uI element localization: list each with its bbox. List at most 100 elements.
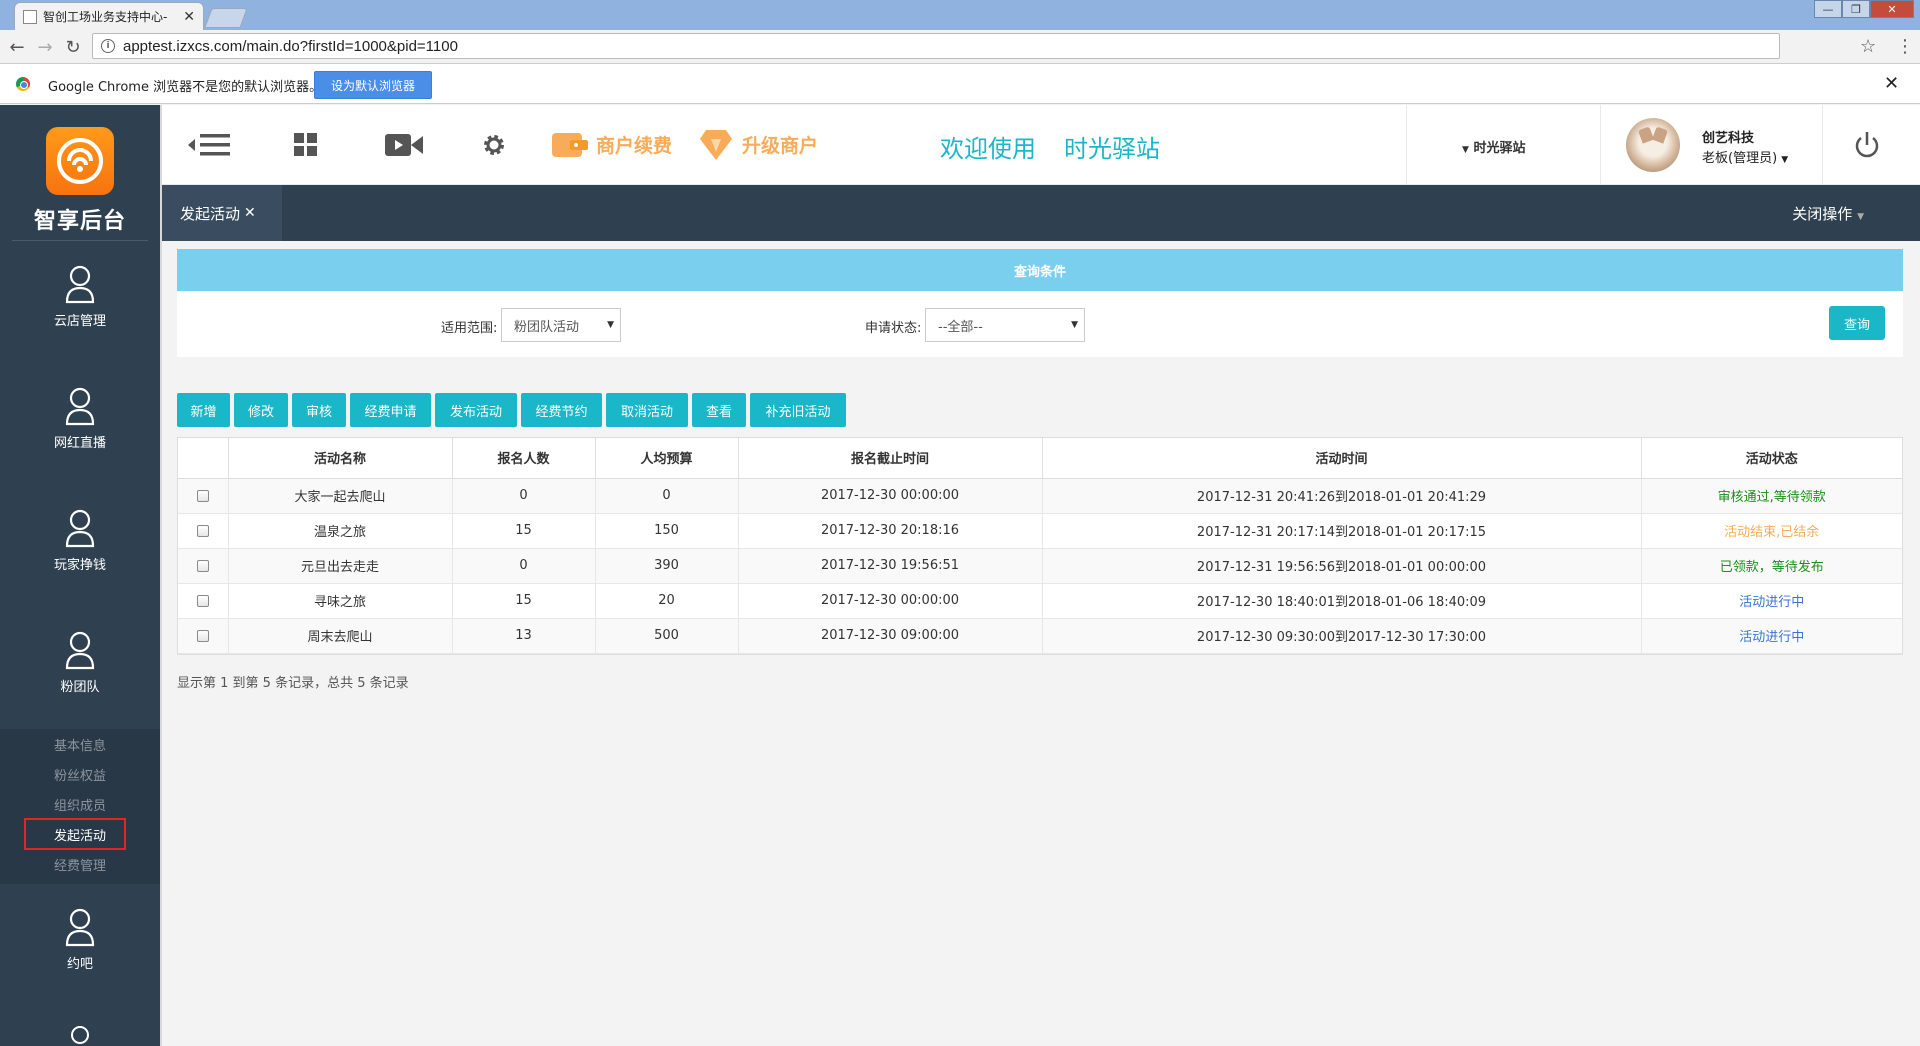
address-bar: ← → ↻ i apptest.izxcs.com/main.do?firstI… xyxy=(0,30,1920,64)
row-checkbox[interactable] xyxy=(196,594,209,607)
tab-launch-activity[interactable]: 发起活动 ✕ xyxy=(162,185,282,241)
upgrade-link[interactable]: 升级商户 xyxy=(742,131,818,158)
browser-tab[interactable]: 智创工场业务支持中心- ✕ xyxy=(14,2,204,30)
new-tab-button[interactable] xyxy=(204,8,248,28)
user-role-dropdown[interactable]: 老板(管理员) ▼ xyxy=(1702,147,1788,166)
url-field[interactable]: i apptest.izxcs.com/main.do?firstId=1000… xyxy=(92,33,1780,59)
submenu-item-fan-rights[interactable]: 粉丝权益 xyxy=(0,759,160,789)
video-camera-icon[interactable] xyxy=(385,134,423,156)
sidebar-item-label: 约吧 xyxy=(66,956,93,972)
row-checkbox[interactable] xyxy=(196,629,209,642)
cancel-activity-button[interactable]: 取消活动 xyxy=(606,393,688,427)
budget-cell: 150 xyxy=(595,513,739,549)
caret-down-icon: ▼ xyxy=(1857,212,1864,222)
table-row[interactable]: 寻味之旅 15 20 2017-12-30 00:00:00 2017-12-3… xyxy=(178,583,1902,619)
store-dropdown[interactable]: ▼ 时光驿站 xyxy=(1462,137,1525,156)
renew-link[interactable]: 商户续费 xyxy=(596,131,672,158)
sidebar-item-cloud-store[interactable]: 云店管理 xyxy=(0,246,160,346)
close-operations-dropdown[interactable]: 关闭操作 ▼ xyxy=(1792,203,1864,224)
wallet-icon[interactable] xyxy=(552,131,588,159)
fund-request-button[interactable]: 经费申请 xyxy=(350,393,431,427)
tab-close-icon[interactable]: ✕ xyxy=(183,9,195,25)
tab-close-icon[interactable]: ✕ xyxy=(244,205,256,221)
status-cell: 活动结束,已结余 xyxy=(1641,513,1902,549)
submenu-item-basic-info[interactable]: 基本信息 xyxy=(0,729,160,759)
table-row[interactable]: 大家一起去爬山 0 0 2017-12-30 00:00:00 2017-12-… xyxy=(178,478,1902,514)
table-header-row: 活动名称 报名人数 人均预算 报名截止时间 活动时间 活动状态 xyxy=(178,438,1902,479)
add-old-activity-button[interactable]: 补充旧活动 xyxy=(750,393,846,427)
scope-select[interactable]: 粉团队活动 ▼ xyxy=(501,308,621,342)
deadline-cell: 2017-12-30 00:00:00 xyxy=(738,583,1043,619)
query-panel-title: 查询条件 xyxy=(177,249,1903,291)
column-header[interactable]: 活动名称 xyxy=(228,438,453,479)
browser-tab-title: 智创工场业务支持中心- xyxy=(43,10,168,24)
window-close-icon[interactable]: ✕ xyxy=(1870,0,1914,18)
view-button[interactable]: 查看 xyxy=(692,393,746,427)
forward-icon[interactable]: → xyxy=(34,36,56,58)
sidebar-item-earn[interactable]: 玩家挣钱 xyxy=(0,490,160,590)
column-header[interactable]: 报名截止时间 xyxy=(738,438,1043,479)
diamond-icon[interactable] xyxy=(700,130,732,160)
status-value: --全部-- xyxy=(938,319,983,335)
settings-gear-icon[interactable] xyxy=(482,133,506,157)
chrome-menu-icon[interactable]: ⋮ xyxy=(1896,36,1914,57)
add-button[interactable]: 新增 xyxy=(177,393,230,427)
user-icon[interactable] xyxy=(70,1025,90,1046)
highlight-box xyxy=(24,818,126,850)
divider xyxy=(1822,105,1823,185)
welcome-text: 欢迎使用 xyxy=(940,135,1036,163)
edit-button[interactable]: 修改 xyxy=(234,393,288,427)
deadline-cell: 2017-12-30 20:18:16 xyxy=(738,513,1043,549)
query-button[interactable]: 查询 xyxy=(1829,306,1885,340)
table-row[interactable]: 元旦出去走走 0 390 2017-12-30 19:56:51 2017-12… xyxy=(178,548,1902,584)
budget-cell: 0 xyxy=(595,478,739,514)
page-icon xyxy=(23,9,37,24)
column-header[interactable]: 人均预算 xyxy=(595,438,739,479)
infobar-close-icon[interactable]: ✕ xyxy=(1884,73,1899,94)
row-checkbox[interactable] xyxy=(196,524,209,537)
user-icon xyxy=(65,509,95,547)
window-controls: — ❐ ✕ xyxy=(1814,0,1914,18)
back-icon[interactable]: ← xyxy=(6,36,28,58)
row-checkbox[interactable] xyxy=(196,559,209,572)
publish-activity-button[interactable]: 发布活动 xyxy=(435,393,517,427)
sidebar: 智享后台 云店管理 网红直播 玩家挣钱 粉团队 基本信息 粉丝权益 组织成员 发… xyxy=(0,105,160,1046)
brand-text: 时光驿站 xyxy=(1064,135,1160,163)
sidebar-item-live[interactable]: 网红直播 xyxy=(0,368,160,468)
submenu-item-members[interactable]: 组织成员 xyxy=(0,789,160,819)
status-cell: 已领款，等待发布 xyxy=(1641,548,1902,584)
sidebar-item-fan-team[interactable]: 粉团队 xyxy=(0,612,160,712)
activity-table: 活动名称 报名人数 人均预算 报名截止时间 活动时间 活动状态 大家一起去爬山 … xyxy=(177,437,1903,655)
status-select[interactable]: --全部-- ▼ xyxy=(925,308,1085,342)
dashboard-grid-icon[interactable] xyxy=(294,133,318,157)
minimize-icon[interactable]: — xyxy=(1814,0,1842,18)
column-header[interactable]: 活动时间 xyxy=(1042,438,1642,479)
bookmark-star-icon[interactable]: ☆ xyxy=(1860,36,1876,57)
divider xyxy=(1600,105,1601,185)
sidebar-item-date[interactable]: 约吧 xyxy=(0,889,160,989)
reload-icon[interactable]: ↻ xyxy=(62,36,84,58)
activity-name-cell: 大家一起去爬山 xyxy=(228,478,453,514)
avatar[interactable] xyxy=(1626,118,1680,172)
info-icon[interactable]: i xyxy=(101,39,115,53)
caret-down-icon: ▼ xyxy=(1781,155,1789,165)
review-button[interactable]: 审核 xyxy=(292,393,346,427)
set-default-browser-button[interactable]: 设为默认浏览器 xyxy=(314,71,432,99)
signup-count-cell: 0 xyxy=(452,548,596,584)
menu-collapse-icon[interactable] xyxy=(188,133,230,157)
activity-time-cell: 2017-12-31 20:41:26到2018-01-01 20:41:29 xyxy=(1042,478,1642,514)
logout-power-icon[interactable] xyxy=(1854,131,1880,159)
submenu-item-funds[interactable]: 经费管理 xyxy=(0,849,160,879)
table-row[interactable]: 周末去爬山 13 500 2017-12-30 09:00:00 2017-12… xyxy=(178,618,1902,654)
signup-count-cell: 15 xyxy=(452,513,596,549)
budget-cell: 20 xyxy=(595,583,739,619)
status-cell: 审核通过,等待领款 xyxy=(1641,478,1902,514)
column-header[interactable]: 活动状态 xyxy=(1641,438,1902,479)
maximize-icon[interactable]: ❐ xyxy=(1842,0,1870,18)
activity-time-cell: 2017-12-31 20:17:14到2018-01-01 20:17:15 xyxy=(1042,513,1642,549)
table-row[interactable]: 温泉之旅 15 150 2017-12-30 20:18:16 2017-12-… xyxy=(178,513,1902,549)
row-checkbox[interactable] xyxy=(196,489,209,502)
fund-saving-button[interactable]: 经费节约 xyxy=(521,393,602,427)
column-header[interactable]: 报名人数 xyxy=(452,438,596,479)
action-toolbar: 新增 修改 审核 经费申请 发布活动 经费节约 取消活动 查看 补充旧活动 xyxy=(177,393,850,427)
